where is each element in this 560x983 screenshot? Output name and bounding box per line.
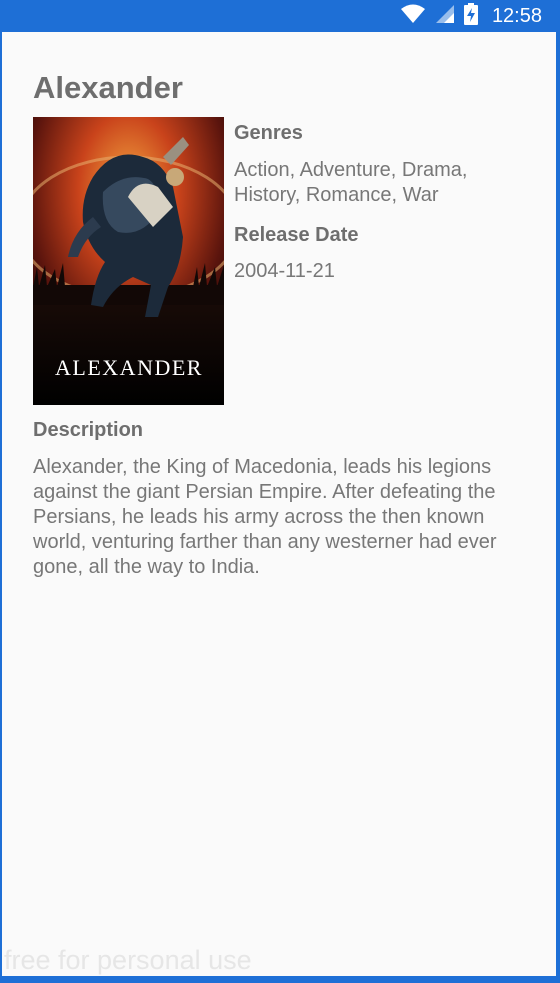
battery-charging-icon: [463, 2, 478, 30]
movie-poster: ALEXANDER: [33, 117, 224, 405]
status-icons: 12:58: [400, 2, 542, 30]
genres-label: Genres: [234, 122, 303, 144]
release-date-label: Release Date: [234, 224, 359, 246]
status-bar: 12:58: [0, 0, 560, 32]
poster-title-text: ALEXANDER: [55, 355, 203, 380]
bottom-edge: [0, 976, 560, 983]
movie-title: Alexander: [33, 70, 183, 105]
signal-icon: [434, 4, 456, 29]
watermark-text: free for personal use: [4, 945, 252, 975]
movie-detail-screen: Alexander ALEXANDER Genres Action, Adven…: [2, 32, 556, 976]
release-date-value: 2004-11-21: [234, 260, 335, 282]
wifi-icon: [400, 4, 426, 29]
description-text: Alexander, the King of Macedonia, leads …: [33, 456, 497, 578]
status-time: 12:58: [491, 5, 542, 27]
genres-value: Action, Adventure, Drama, History, Roman…: [234, 159, 468, 206]
description-label: Description: [33, 419, 144, 441]
